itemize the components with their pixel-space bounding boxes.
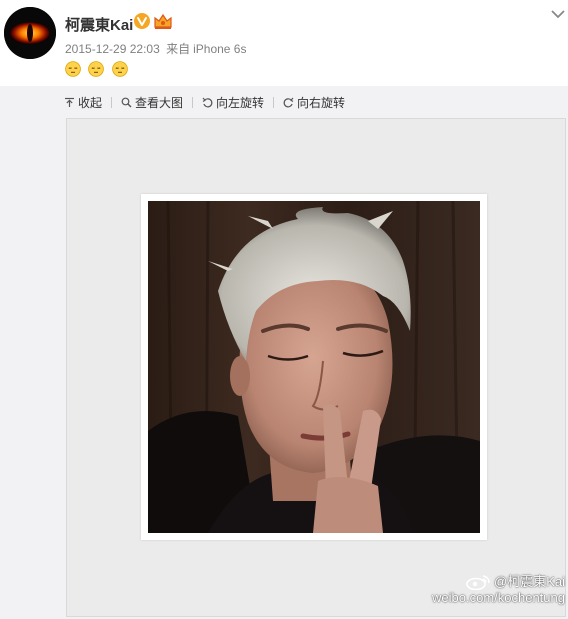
source-prefix: 来自 [166,42,191,56]
post-source[interactable]: iPhone 6s [193,42,246,56]
rotate-right-icon [283,97,294,107]
post-header: 柯震東Kai 2015-12-29 22:03 来自 iPhone 6s [0,0,568,86]
avatar-eye-icon [4,7,56,59]
watermark-handle: @柯震東Kai [494,574,565,589]
toolbar-divider [111,96,113,108]
collapse-arrow-icon [65,97,74,107]
collapse-label: 收起 [78,95,103,110]
rotate-left-button[interactable]: 向左旋转 [202,94,264,111]
sleepy-face-icon [65,61,81,77]
sleepy-face-icon [112,61,128,77]
chevron-down-icon[interactable] [550,8,566,20]
sleepy-face-icon [88,61,105,77]
post-text [65,61,131,79]
photo-frame[interactable] [141,194,487,540]
selfie-photo[interactable] [148,201,480,533]
post-timestamp[interactable]: 2015-12-29 22:03 [65,42,160,56]
watermark-url: weibo.com/kochentung [432,590,565,605]
username[interactable]: 柯震東Kai [65,14,133,35]
vip-crown-icon[interactable] [153,12,173,30]
view-large-button[interactable]: 查看大图 [121,94,183,111]
rotate-right-button[interactable]: 向右旋转 [283,94,345,111]
verified-badge-icon[interactable] [134,13,150,29]
toolbar-divider [273,96,275,108]
magnifier-icon [121,97,132,107]
collapse-button[interactable]: 收起 [64,94,102,111]
rotate-left-label: 向左旋转 [216,95,265,110]
avatar[interactable] [4,7,56,59]
toolbar-divider [192,96,194,108]
rotate-left-icon [202,97,213,107]
view-large-label: 查看大图 [135,95,184,110]
rotate-right-label: 向右旋转 [297,95,346,110]
image-toolbar: 收起 查看大图 向左旋转 向右旋转 [64,94,345,110]
weibo-logo-icon [466,575,490,590]
weibo-watermark: @柯震東Kai weibo.com/kochentung [410,574,565,606]
post-meta: 2015-12-29 22:03 来自 iPhone 6s [65,40,249,57]
